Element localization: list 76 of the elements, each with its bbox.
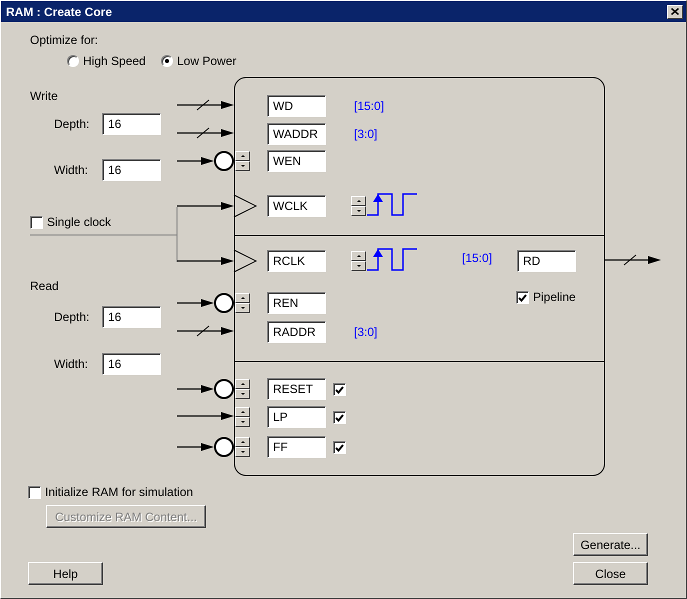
port-field[interactable]: RESET <box>267 378 326 400</box>
up-button[interactable] <box>235 437 250 447</box>
port-field[interactable]: WD <box>267 95 326 117</box>
port-field[interactable]: WADDR <box>267 123 326 145</box>
section-heading: Write <box>30 89 58 103</box>
signal-arrow <box>177 200 234 212</box>
signal-arrow <box>605 254 661 266</box>
down-button[interactable] <box>235 417 250 427</box>
width-label: Width: <box>54 357 88 371</box>
checkbox-label: Pipeline <box>533 290 576 304</box>
radio-button[interactable] <box>67 55 79 67</box>
radio-label: Low Power <box>177 54 236 68</box>
radio-label: High Speed <box>83 54 146 68</box>
close-icon <box>671 8 679 15</box>
checkbox[interactable] <box>333 411 346 424</box>
port-field[interactable]: WCLK <box>267 195 326 217</box>
port-field[interactable]: REN <box>267 292 326 314</box>
bus-range: [15:0] <box>462 251 492 265</box>
rising-edge-icon <box>367 248 418 271</box>
signal-arrow <box>177 255 234 267</box>
width-field[interactable]: 16 <box>102 353 161 375</box>
width-field[interactable]: 16 <box>102 159 161 181</box>
bus-range: [15:0] <box>354 99 384 113</box>
up-button[interactable] <box>351 251 366 261</box>
inverter-bubble <box>214 437 234 457</box>
port-field[interactable]: FF <box>267 436 326 458</box>
depth-field[interactable]: 16 <box>102 306 161 328</box>
dialog-button[interactable]: Help <box>28 562 103 585</box>
down-button[interactable] <box>235 303 250 313</box>
up-button[interactable] <box>235 293 250 303</box>
signal-arrow <box>177 155 214 167</box>
inverter-bubble <box>214 151 234 171</box>
port-field[interactable]: WEN <box>267 150 326 172</box>
bus-range: [3:0] <box>354 325 378 339</box>
checkbox[interactable] <box>333 383 346 396</box>
down-button[interactable] <box>351 261 366 271</box>
signal-arrow <box>177 410 234 422</box>
checkbox[interactable] <box>28 486 41 499</box>
dialog-button[interactable]: Close <box>573 562 648 585</box>
section-heading: Read <box>30 279 59 293</box>
inverter-bubble <box>214 379 234 399</box>
signal-arrow <box>177 383 214 395</box>
down-button[interactable] <box>235 389 250 399</box>
dialog-button[interactable]: Generate... <box>573 533 648 556</box>
checkbox[interactable] <box>30 216 43 229</box>
checkbox[interactable] <box>516 291 529 304</box>
up-button[interactable] <box>235 407 250 417</box>
bus-range: [3:0] <box>354 127 378 141</box>
signal-arrow <box>177 297 214 309</box>
radio-button[interactable] <box>161 55 173 67</box>
window-title: RAM : Create Core <box>6 4 112 18</box>
rising-edge-icon <box>367 193 418 216</box>
port-field[interactable]: LP <box>267 406 326 428</box>
port-field[interactable]: RCLK <box>267 250 326 272</box>
depth-label: Depth: <box>54 117 90 131</box>
signal-arrow <box>177 127 234 139</box>
inverter-bubble <box>214 293 234 313</box>
depth-field[interactable]: 16 <box>102 113 161 135</box>
up-button[interactable] <box>351 196 366 206</box>
port-field[interactable]: RADDR <box>267 321 326 343</box>
checkbox[interactable] <box>333 441 346 454</box>
signal-arrow <box>177 325 234 337</box>
signal-arrow <box>177 441 214 453</box>
optimize-label: Optimize for: <box>30 33 98 47</box>
checkbox-label: Initialize RAM for simulation <box>45 485 194 499</box>
close-button[interactable] <box>667 4 683 18</box>
down-button[interactable] <box>351 206 366 216</box>
depth-label: Depth: <box>54 310 90 324</box>
port-field[interactable]: RD <box>517 250 576 272</box>
up-button[interactable] <box>235 379 250 389</box>
width-label: Width: <box>54 163 88 177</box>
up-button[interactable] <box>235 151 250 161</box>
down-button[interactable] <box>235 161 250 171</box>
signal-arrow <box>177 99 234 111</box>
checkbox-label: Single clock <box>47 215 112 229</box>
down-button[interactable] <box>235 447 250 457</box>
